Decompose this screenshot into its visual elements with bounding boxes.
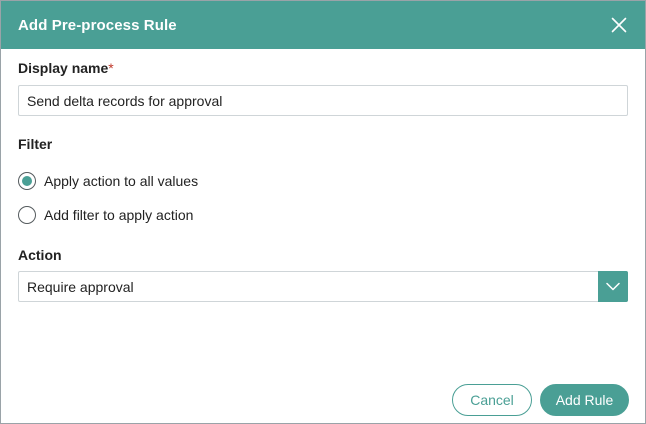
cancel-button[interactable]: Cancel — [452, 384, 532, 416]
action-label: Action — [18, 247, 62, 263]
display-name-label: Display name* — [18, 60, 114, 76]
add-rule-button[interactable]: Add Rule — [540, 384, 629, 416]
dialog-title: Add Pre-process Rule — [18, 16, 177, 34]
required-marker: * — [108, 60, 114, 76]
radio-button-checked[interactable] — [18, 172, 36, 190]
radio-button-unchecked[interactable] — [18, 206, 36, 224]
close-icon — [611, 17, 627, 33]
close-button[interactable] — [609, 15, 629, 35]
radio-dot — [22, 176, 32, 186]
radio-label-apply-all: Apply action to all values — [44, 173, 199, 189]
action-dropdown-toggle[interactable] — [598, 270, 628, 302]
radio-label-add-filter: Add filter to apply action — [44, 207, 194, 223]
display-name-input[interactable] — [18, 85, 628, 116]
radio-apply-all-values[interactable]: Apply action to all values — [18, 172, 198, 190]
chevron-down-icon — [606, 282, 620, 290]
filter-label: Filter — [18, 136, 53, 152]
action-select[interactable]: Require approval — [18, 270, 628, 302]
action-select-value: Require approval — [27, 278, 134, 295]
display-name-label-text: Display name — [18, 60, 109, 76]
radio-add-filter[interactable]: Add filter to apply action — [18, 206, 193, 224]
add-preprocess-rule-dialog: Add Pre-process Rule Display name* Filte… — [0, 0, 646, 424]
dialog-header: Add Pre-process Rule — [1, 1, 645, 49]
